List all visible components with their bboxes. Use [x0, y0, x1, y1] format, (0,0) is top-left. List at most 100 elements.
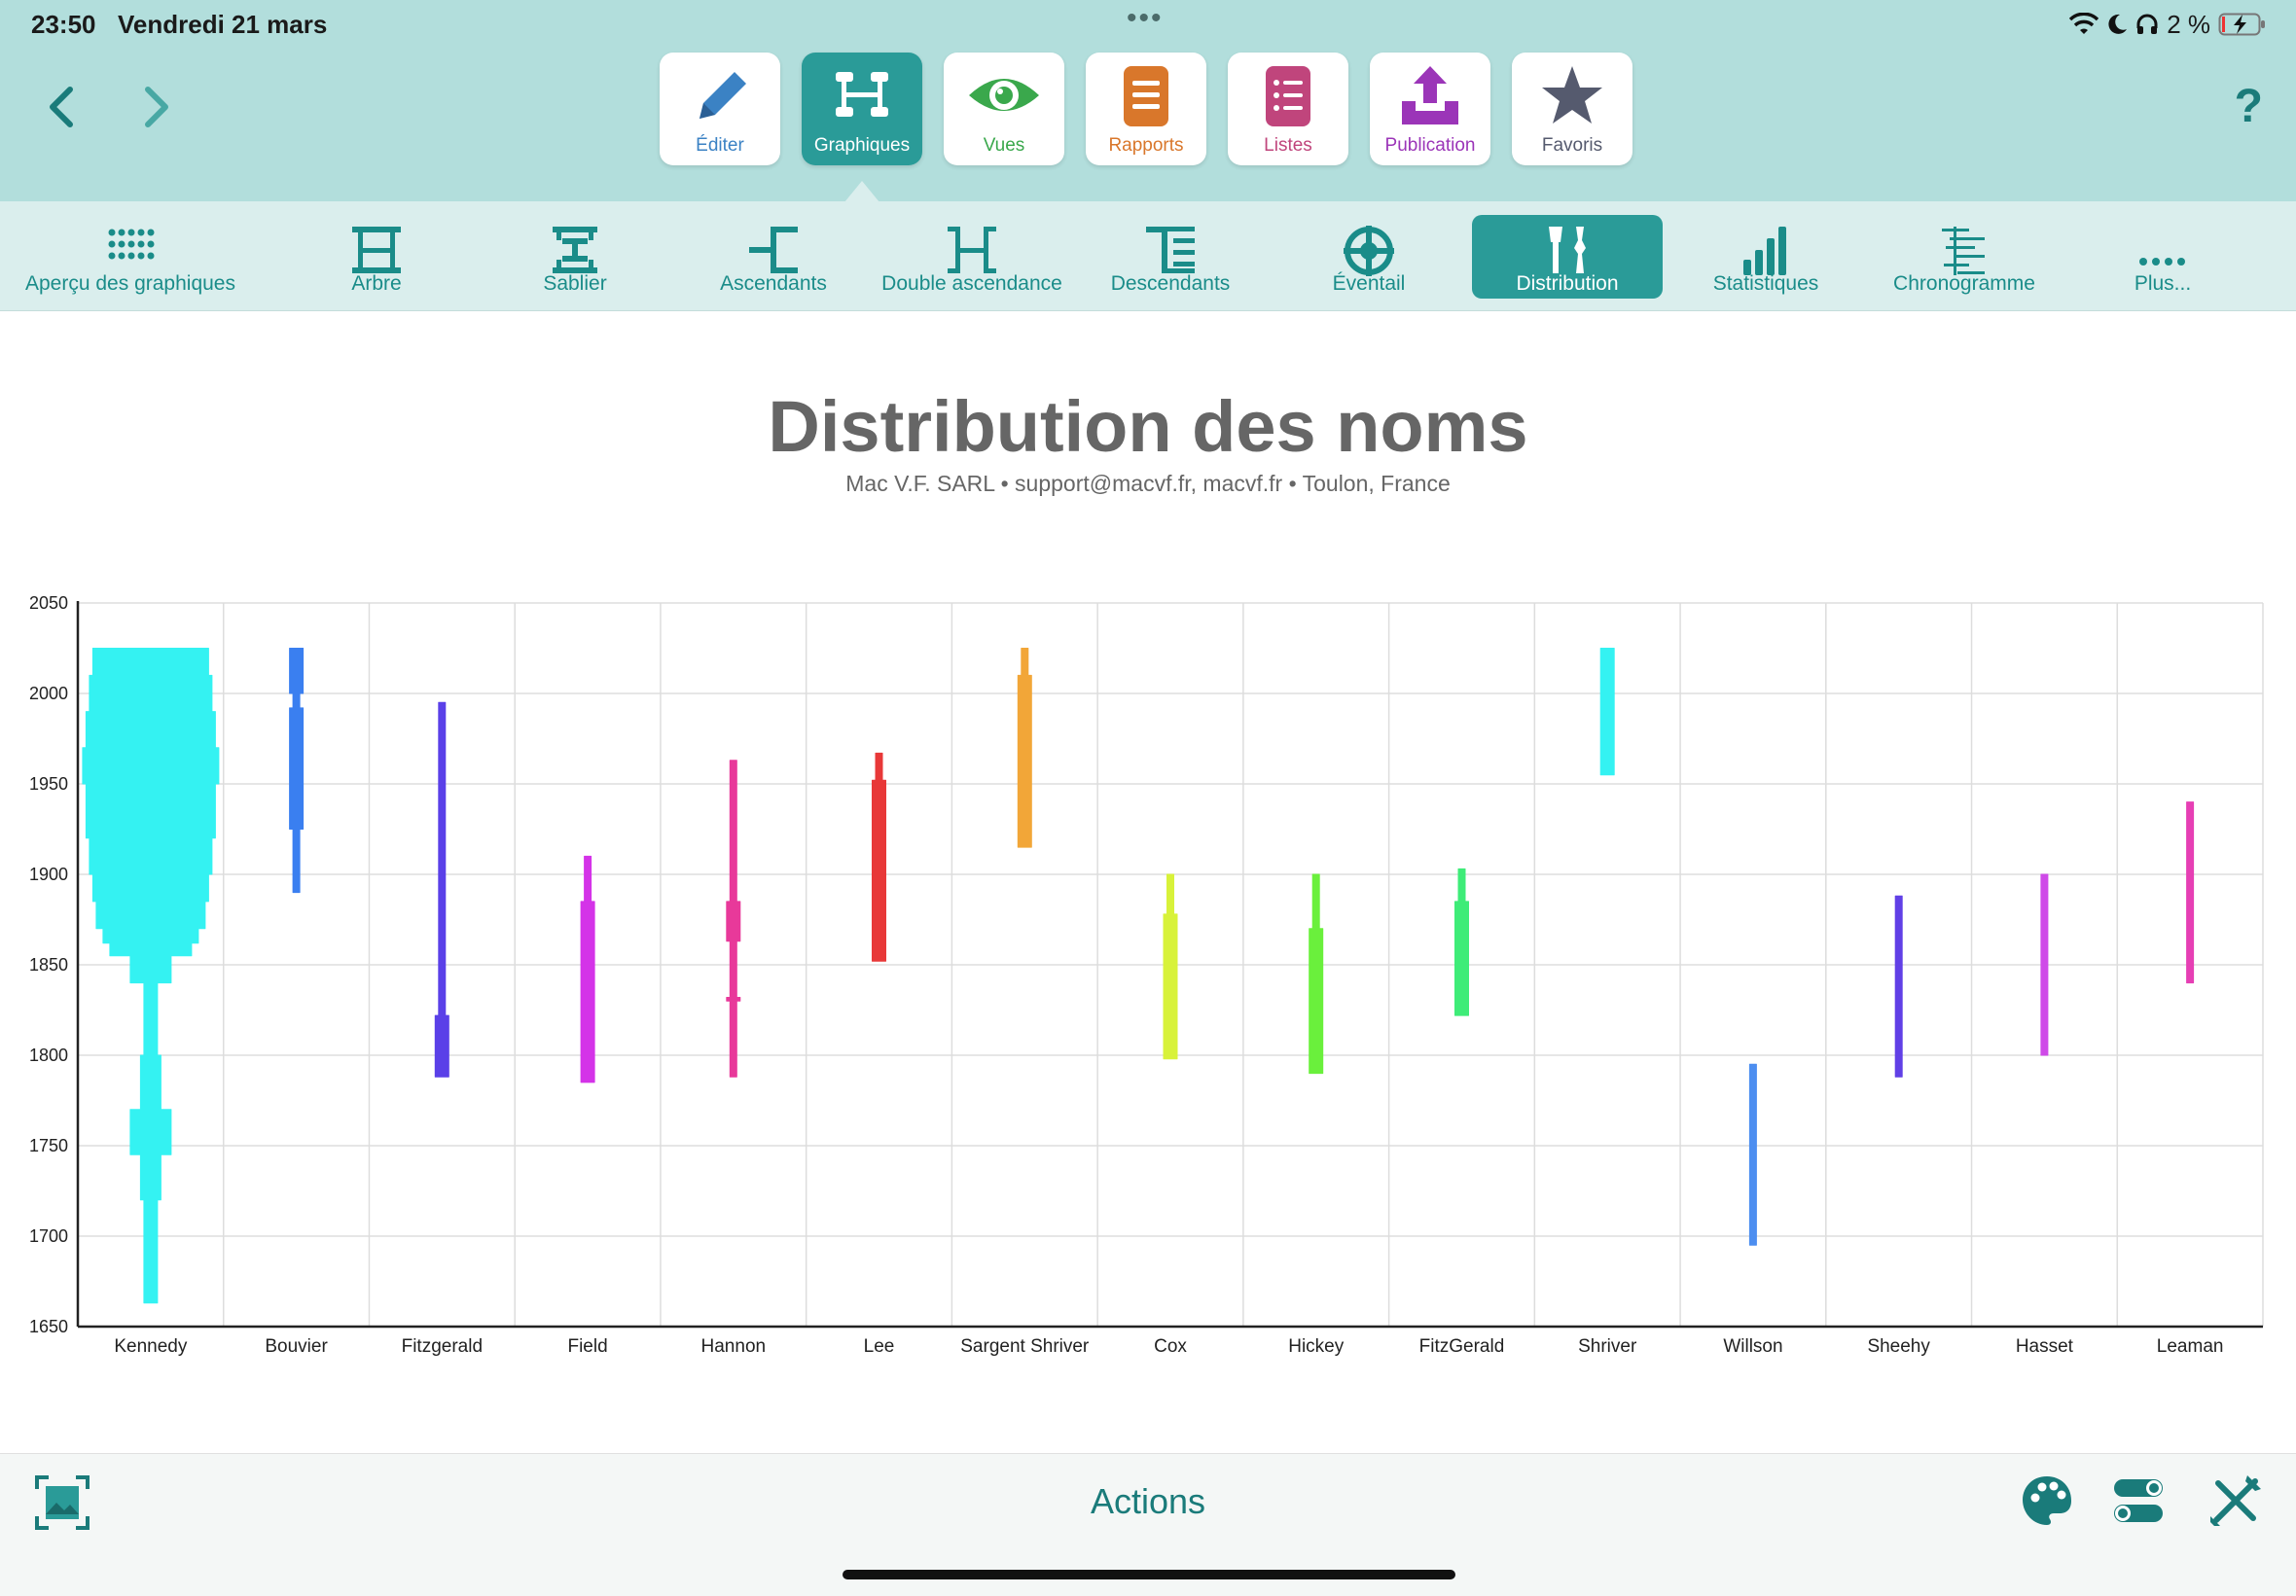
chart-subtitle: Mac V.F. SARL • support@macvf.fr, macvf.… — [845, 471, 1451, 496]
app-label: Vues — [983, 135, 1025, 156]
tool-label: Distribution — [1516, 272, 1619, 295]
battery-charging-icon — [2218, 13, 2265, 36]
star-icon — [1542, 66, 1602, 124]
distribution-icon — [1549, 227, 1586, 273]
tool-tree[interactable]: Arbre — [281, 215, 472, 299]
home-indicator — [843, 1570, 1455, 1579]
list-icon — [1266, 66, 1310, 126]
x-tick-label: Kennedy — [114, 1336, 188, 1357]
app-label: Rapports — [1108, 135, 1184, 156]
tool-label: Sablier — [543, 272, 607, 295]
grid-dots-icon — [108, 229, 155, 260]
distribution-shape-fitzgerald — [1454, 868, 1469, 1016]
status-date: Vendredi 21 mars — [118, 10, 328, 39]
y-tick-label: 1750 — [29, 1136, 68, 1155]
distribution-shape-kennedy — [82, 648, 220, 1304]
statistics-icon — [1743, 227, 1786, 275]
distribution-shape-willson — [1748, 1063, 1757, 1246]
descendants-icon — [1146, 227, 1195, 273]
tool-double-ancestry[interactable]: Double ascendance — [877, 215, 1067, 299]
app-reports-button[interactable]: Rapports — [1086, 53, 1206, 165]
tool-label: Descendants — [1110, 272, 1231, 295]
x-tick-label: Hasset — [2016, 1336, 2074, 1357]
app-charts-button[interactable]: Graphiques — [802, 53, 922, 165]
actions-button[interactable]: Actions — [0, 1481, 2296, 1522]
tree-icon — [352, 227, 401, 273]
timeline-icon — [1942, 227, 1985, 275]
distribution-chart: 2050 2000 1950 1900 1850 1800 1750 1700 1650 Kenn… — [29, 593, 2264, 1357]
wifi-icon — [2069, 13, 2099, 34]
app-favorites-button[interactable]: Favoris — [1512, 53, 1632, 165]
moon-icon — [2108, 14, 2128, 34]
help-button[interactable]: ? — [2235, 80, 2263, 133]
tool-descendants[interactable]: Descendants — [1075, 215, 1266, 299]
distribution-shape-hickey — [1309, 873, 1324, 1075]
upload-icon — [1402, 66, 1458, 124]
y-tick-label: 1700 — [29, 1226, 68, 1246]
tool-overview[interactable]: Aperçu des graphiques — [25, 215, 235, 299]
x-tick-label: Hannon — [701, 1336, 767, 1357]
tool-label: Ascendants — [720, 272, 827, 295]
x-tick-label: Field — [567, 1336, 607, 1357]
x-tick-label: Willson — [1723, 1336, 1782, 1357]
distribution-shape-leaman — [2186, 801, 2195, 984]
tool-statistics[interactable]: Statistiques — [1670, 215, 1861, 299]
x-tick-label: FitzGerald — [1419, 1336, 1505, 1357]
tool-label: Statistiques — [1712, 272, 1819, 295]
palette-icon[interactable] — [2020, 1473, 2074, 1528]
x-tick-label: Leaman — [2157, 1336, 2224, 1357]
x-tick-label: Hickey — [1288, 1336, 1345, 1357]
back-arrow-icon[interactable] — [31, 78, 90, 136]
tool-more[interactable]: Plus... — [2067, 215, 2258, 299]
distribution-shape-field — [580, 855, 595, 1083]
tool-timeline[interactable]: Chronogramme — [1869, 215, 2060, 299]
tool-label: Double ascendance — [881, 272, 1062, 295]
y-tick-label: 1900 — [29, 865, 68, 884]
x-tick-label: Shriver — [1578, 1336, 1637, 1357]
tool-label: Éventail — [1332, 272, 1406, 295]
top-bar: 23:50 Vendredi 21 mars ••• 2 % ? Éditer … — [0, 0, 2296, 202]
tool-label: Plus... — [2134, 272, 2192, 295]
tool-hourglass[interactable]: Sablier — [480, 215, 670, 299]
x-tick-label: Sheehy — [1867, 1336, 1930, 1357]
y-tick-label: 1950 — [29, 774, 68, 794]
status-indicators: 2 % — [2069, 8, 2267, 41]
toggles-icon[interactable] — [2111, 1473, 2166, 1528]
headphones-icon — [2136, 14, 2158, 34]
distribution-shape-fitzgerald — [434, 701, 449, 1078]
app-publication-button[interactable]: Publication — [1370, 53, 1490, 165]
distribution-shape-bouvier — [289, 648, 305, 894]
app-views-button[interactable]: Vues — [944, 53, 1064, 165]
app-label: Listes — [1264, 135, 1312, 156]
distribution-shape-hannon — [726, 760, 741, 1078]
chart-toolbar: Aperçu des graphiques Arbre Sablier Asce… — [0, 201, 2296, 311]
report-icon — [1124, 66, 1168, 126]
distribution-shape-sargent-shriver — [1017, 648, 1032, 848]
forward-arrow-icon[interactable] — [128, 78, 187, 136]
hourglass-icon — [553, 227, 597, 273]
tool-label: Arbre — [351, 272, 402, 295]
tools-icon[interactable] — [2208, 1473, 2263, 1528]
app-lists-button[interactable]: Listes — [1228, 53, 1348, 165]
fan-icon — [1344, 226, 1394, 276]
tool-distribution[interactable]: Distribution — [1472, 215, 1663, 299]
app-edit-button[interactable]: Éditer — [660, 53, 780, 165]
tool-fan[interactable]: Éventail — [1274, 215, 1464, 299]
double-ancestry-icon — [948, 227, 996, 273]
distribution-shape-sheehy — [1894, 895, 1903, 1078]
x-tick-label: Bouvier — [265, 1336, 328, 1357]
app-label: Favoris — [1541, 135, 1603, 156]
tool-label: Aperçu des graphiques — [25, 272, 235, 295]
tool-label: Chronogramme — [1893, 272, 2035, 295]
chart-title: Distribution des noms — [768, 386, 1528, 467]
tool-ancestors[interactable]: Ascendants — [678, 215, 869, 299]
y-tick-label: 1800 — [29, 1046, 68, 1065]
x-tick-label: Cox — [1154, 1336, 1187, 1357]
x-tick-label: Lee — [864, 1336, 895, 1357]
x-tick-label: Fitzgerald — [402, 1336, 483, 1357]
x-tick-label: Sargent Shriver — [960, 1336, 1090, 1357]
multitasking-dots-icon[interactable]: ••• — [1127, 2, 1164, 35]
distribution-shape-cox — [1163, 873, 1178, 1060]
eye-icon — [969, 79, 1039, 111]
app-label: Graphiques — [813, 135, 911, 156]
